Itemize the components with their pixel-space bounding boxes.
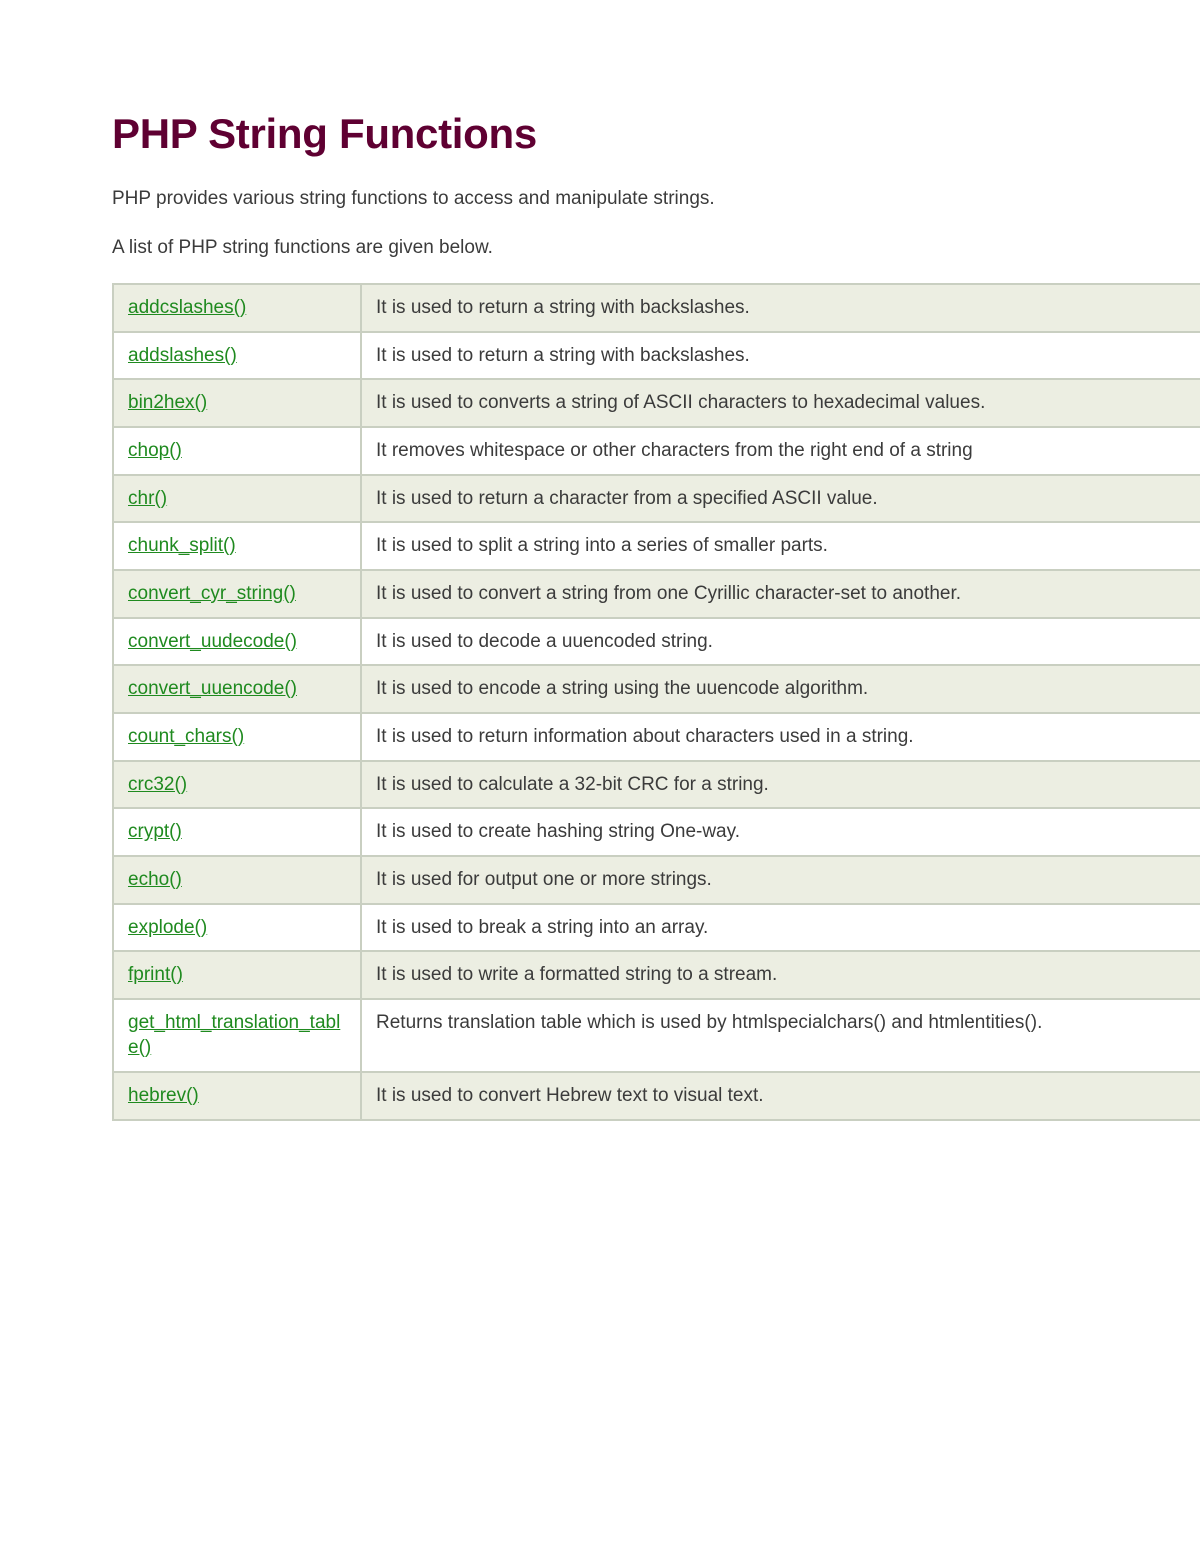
function-link[interactable]: crc32() [128, 774, 187, 795]
table-row: fprint() It is used to write a formatted … [114, 952, 1200, 1000]
description-cell: It is used to return a string with backs… [362, 333, 1200, 381]
function-cell: hebrev() [114, 1073, 362, 1121]
description-cell: It is used to convert a string from one … [362, 571, 1200, 619]
description-cell: Returns translation table which is used … [362, 1000, 1200, 1073]
table-row: bin2hex() It is used to converts a string… [114, 380, 1200, 428]
intro-paragraph-1: PHP provides various string functions to… [112, 186, 1200, 213]
function-link[interactable]: convert_cyr_string() [128, 583, 296, 604]
table-row: chunk_split() It is used to split a strin… [114, 523, 1200, 571]
function-link[interactable]: hebrev() [128, 1085, 199, 1106]
table-row: echo() It is used for output one or more … [114, 857, 1200, 905]
function-link[interactable]: count_chars() [128, 726, 244, 747]
function-cell: bin2hex() [114, 380, 362, 428]
table-row: crc32() It is used to calculate a 32-bit … [114, 762, 1200, 810]
function-link[interactable]: chop() [128, 440, 182, 461]
function-link[interactable]: convert_uudecode() [128, 631, 297, 652]
function-cell: fprint() [114, 952, 362, 1000]
function-link[interactable]: bin2hex() [128, 392, 207, 413]
function-cell: crc32() [114, 762, 362, 810]
description-cell: It is used to write a formatted string t… [362, 952, 1200, 1000]
function-link[interactable]: explode() [128, 917, 207, 938]
description-cell: It is used to split a string into a seri… [362, 523, 1200, 571]
description-cell: It is used to return information about c… [362, 714, 1200, 762]
table-row: convert_uudecode() It is used to decode a… [114, 619, 1200, 667]
function-cell: crypt() [114, 809, 362, 857]
table-row: addcslashes() It is used to return a stri… [114, 285, 1200, 333]
description-cell: It removes whitespace or other character… [362, 428, 1200, 476]
description-cell: It is used to convert Hebrew text to vis… [362, 1073, 1200, 1121]
table-row: convert_uuencode() It is used to encode a… [114, 666, 1200, 714]
function-link[interactable]: convert_uuencode() [128, 678, 297, 699]
function-link[interactable]: chunk_split() [128, 535, 236, 556]
description-cell: It is used to encode a string using the … [362, 666, 1200, 714]
table-row: crypt() It is used to create hashing stri… [114, 809, 1200, 857]
description-cell: It is used to decode a uuencoded string. [362, 619, 1200, 667]
function-cell: get_html_translation_table() [114, 1000, 362, 1073]
intro-paragraph-2: A list of PHP string functions are given… [112, 235, 1200, 262]
table-row: addslashes() It is used to return a strin… [114, 333, 1200, 381]
function-link[interactable]: echo() [128, 869, 182, 890]
table-row: chop() It removes whitespace or other cha… [114, 428, 1200, 476]
description-cell: It is used for output one or more string… [362, 857, 1200, 905]
description-cell: It is used to create hashing string One-… [362, 809, 1200, 857]
function-cell: convert_cyr_string() [114, 571, 362, 619]
table-row: get_html_translation_table() Returns tran… [114, 1000, 1200, 1073]
function-cell: chunk_split() [114, 523, 362, 571]
table-row: chr() It is used to return a character fr… [114, 476, 1200, 524]
description-cell: It is used to return a character from a … [362, 476, 1200, 524]
description-cell: It is used to converts a string of ASCII… [362, 380, 1200, 428]
function-cell: chop() [114, 428, 362, 476]
function-cell: count_chars() [114, 714, 362, 762]
document-page: PHP String Functions PHP provides variou… [0, 0, 1200, 1121]
function-link[interactable]: addcslashes() [128, 297, 246, 318]
function-cell: echo() [114, 857, 362, 905]
page-title: PHP String Functions [112, 110, 1200, 158]
function-link[interactable]: fprint() [128, 964, 183, 985]
table-row: convert_cyr_string() It is used to conver… [114, 571, 1200, 619]
function-cell: convert_uudecode() [114, 619, 362, 667]
function-cell: explode() [114, 905, 362, 953]
table-row: hebrev() It is used to convert Hebrew tex… [114, 1073, 1200, 1121]
function-cell: chr() [114, 476, 362, 524]
function-link[interactable]: chr() [128, 488, 167, 509]
function-cell: addslashes() [114, 333, 362, 381]
description-cell: It is used to return a string with backs… [362, 285, 1200, 333]
table-row: count_chars() It is used to return inform… [114, 714, 1200, 762]
functions-table: addcslashes() It is used to return a stri… [112, 283, 1200, 1121]
function-cell: addcslashes() [114, 285, 362, 333]
description-cell: It is used to calculate a 32-bit CRC for… [362, 762, 1200, 810]
function-cell: convert_uuencode() [114, 666, 362, 714]
function-link[interactable]: crypt() [128, 821, 182, 842]
table-row: explode() It is used to break a string in… [114, 905, 1200, 953]
function-link[interactable]: get_html_translation_table() [128, 1012, 340, 1059]
description-cell: It is used to break a string into an arr… [362, 905, 1200, 953]
function-link[interactable]: addslashes() [128, 345, 237, 366]
